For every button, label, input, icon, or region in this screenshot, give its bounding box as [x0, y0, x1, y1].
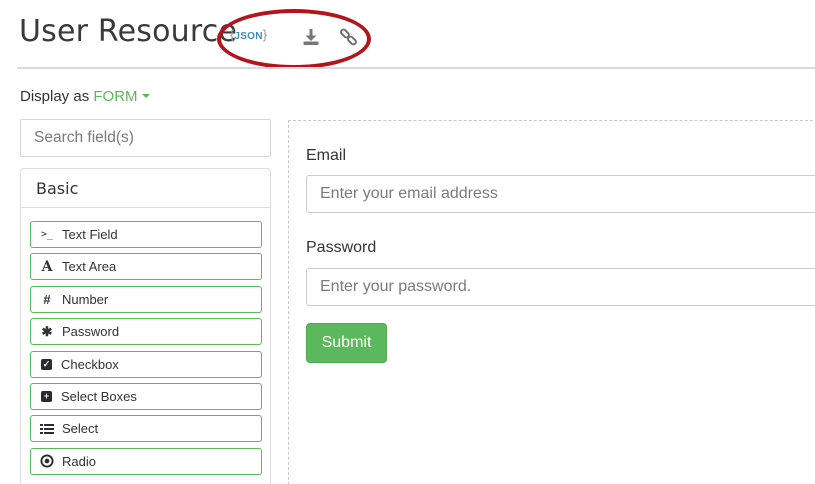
search-fields-input[interactable] — [20, 119, 271, 157]
basic-group-title[interactable]: Basic — [21, 169, 270, 208]
hashtag-icon: # — [43, 291, 51, 307]
font-icon: A — [41, 258, 53, 275]
basic-components-panel: Basic >_ Text Field A Text Area # Number… — [20, 168, 271, 484]
dot-circle-icon — [40, 454, 54, 468]
component-label: Select Boxes — [61, 388, 137, 404]
check-square-icon: ✓ — [41, 358, 52, 370]
component-label: Select — [62, 421, 99, 437]
title-divider — [17, 67, 815, 69]
component-text-area[interactable]: A Text Area — [30, 253, 262, 281]
component-radio[interactable]: Radio — [30, 447, 262, 475]
caret-down-icon[interactable] — [141, 94, 150, 98]
component-password[interactable]: ✱ Password — [30, 318, 262, 346]
display-as-label: Display as — [20, 88, 90, 105]
terminal-icon: >_ — [40, 229, 54, 240]
display-as-selector[interactable]: Display as FORM — [20, 88, 150, 105]
component-select[interactable]: Select — [30, 415, 262, 443]
page-title: User Resource — [19, 14, 238, 49]
component-text-field[interactable]: >_ Text Field — [30, 221, 262, 248]
component-list: >_ Text Field A Text Area # Number ✱ Pas… — [30, 221, 262, 480]
asterisk-icon: ✱ — [41, 323, 53, 339]
component-number[interactable]: # Number — [30, 285, 262, 313]
email-label: Email — [306, 147, 347, 164]
plus-square-icon: + — [41, 390, 52, 402]
component-label: Password — [62, 324, 120, 340]
component-label: Number — [62, 291, 109, 307]
password-label: Password — [306, 239, 377, 256]
password-field[interactable] — [306, 268, 815, 306]
component-label: Checkbox — [61, 356, 119, 372]
component-label: Text Field — [62, 227, 118, 242]
component-label: Text Area — [62, 259, 117, 275]
list-icon — [40, 423, 54, 434]
component-label: Radio — [62, 453, 96, 469]
annotation-circle — [217, 9, 371, 69]
email-field[interactable] — [306, 175, 815, 213]
submit-button[interactable]: Submit — [306, 323, 387, 363]
component-checkbox[interactable]: ✓ Checkbox — [30, 350, 262, 378]
component-select-boxes[interactable]: + Select Boxes — [30, 382, 262, 410]
display-as-value[interactable]: FORM — [93, 88, 137, 105]
